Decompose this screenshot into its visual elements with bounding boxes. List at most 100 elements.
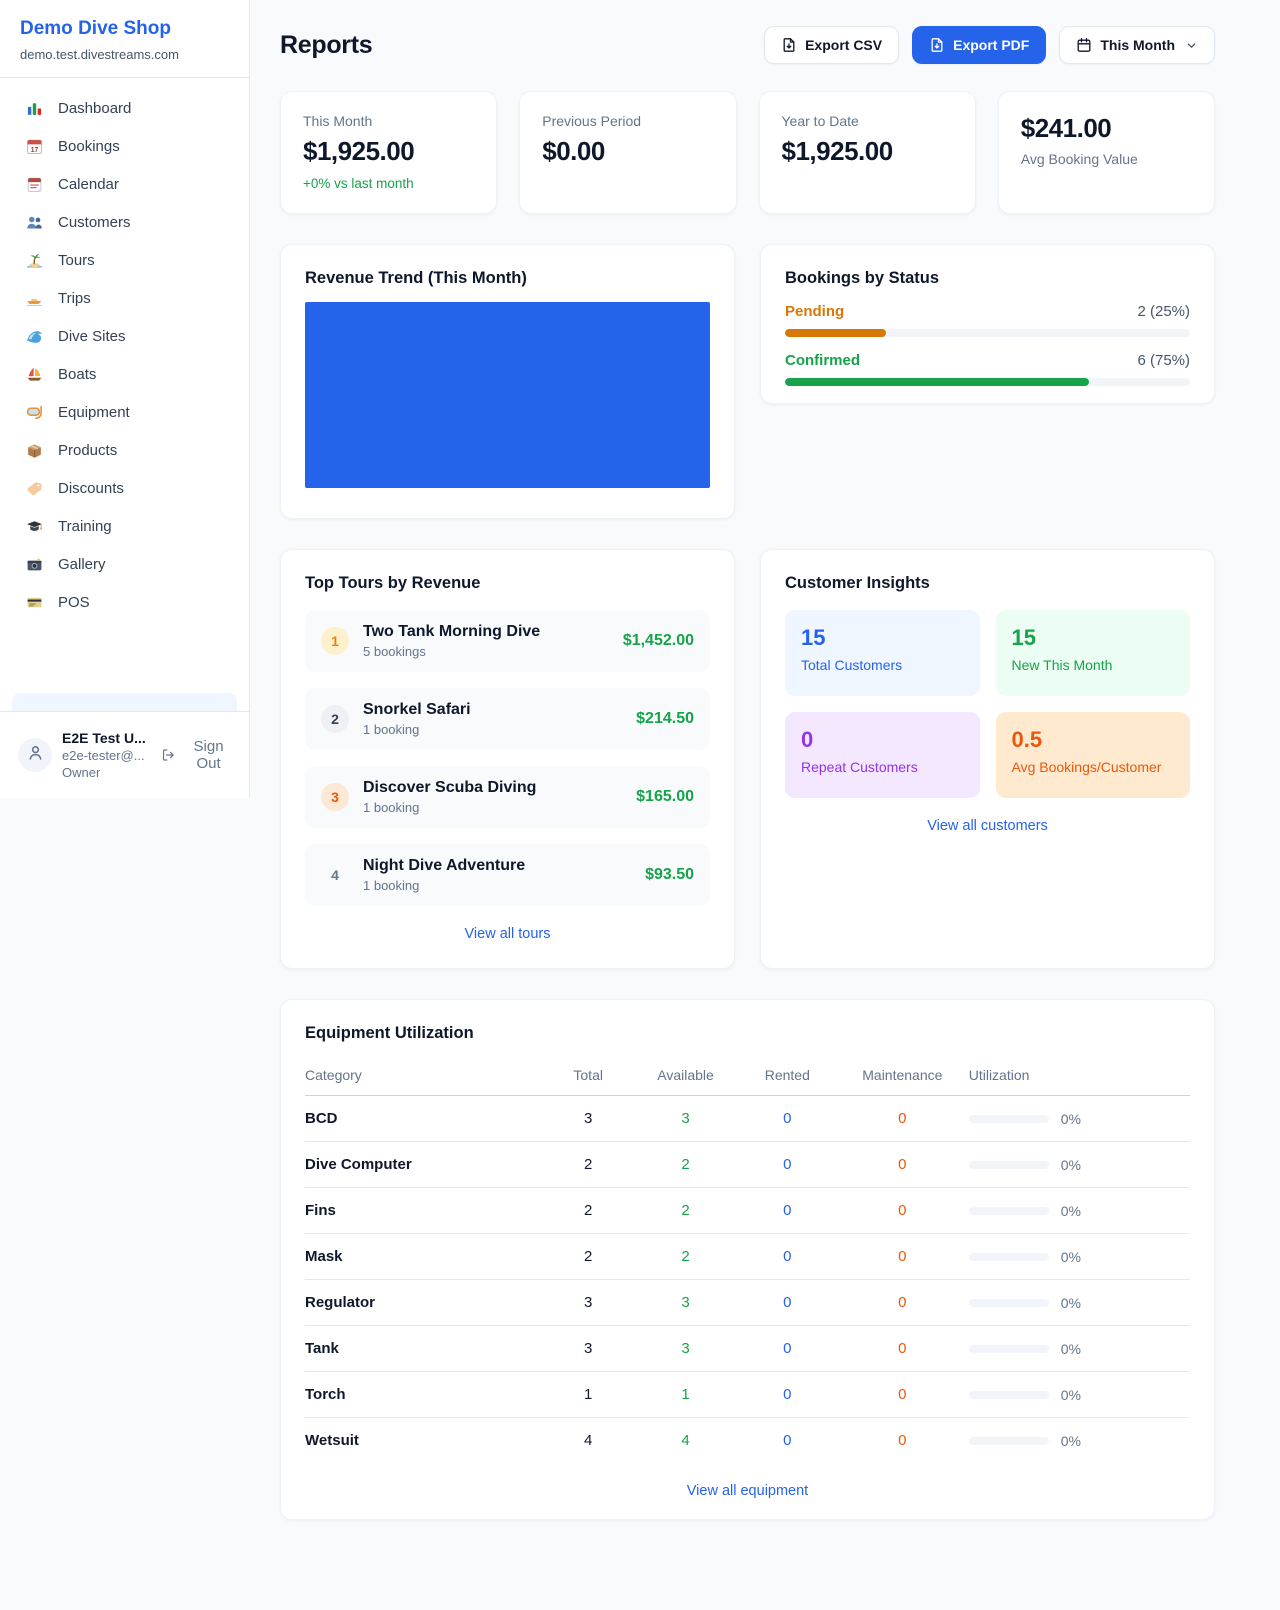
equipment-rented: 0 bbox=[739, 1418, 836, 1464]
equipment-category: Dive Computer bbox=[305, 1142, 544, 1188]
sidebar-item[interactable]: Trips bbox=[12, 282, 237, 315]
sidebar-item-icon bbox=[26, 214, 43, 231]
tour-rank-badge: 4 bbox=[321, 861, 349, 889]
stat-note: +0% vs last month bbox=[303, 176, 474, 191]
status-count: 2 (25%) bbox=[1137, 303, 1190, 320]
sidebar-item[interactable]: Products bbox=[12, 434, 237, 467]
column-header-rented: Rented bbox=[739, 1057, 836, 1096]
sidebar-item[interactable]: 17 Bookings bbox=[12, 130, 237, 163]
equipment-row: Torch 1 1 0 0 0% bbox=[305, 1372, 1190, 1418]
equipment-available: 2 bbox=[632, 1188, 738, 1234]
user-name: E2E Test U... bbox=[62, 730, 151, 746]
tour-name: Snorkel Safari bbox=[363, 701, 622, 719]
sidebar-item-label: Bookings bbox=[58, 138, 120, 155]
export-pdf-button[interactable]: Export PDF bbox=[912, 26, 1046, 64]
utilization-percent: 0% bbox=[1061, 1157, 1081, 1173]
stat-value: $1,925.00 bbox=[303, 136, 474, 167]
sidebar-item-icon bbox=[26, 442, 43, 459]
column-header-maintenance: Maintenance bbox=[836, 1057, 969, 1096]
sign-out-button[interactable]: Sign Out bbox=[161, 738, 235, 772]
utilization-percent: 0% bbox=[1061, 1387, 1081, 1403]
equipment-maintenance: 0 bbox=[836, 1372, 969, 1418]
equipment-rented: 0 bbox=[739, 1096, 836, 1142]
status-progress-track bbox=[785, 378, 1190, 386]
tour-row: 3 Discover Scuba Diving 1 booking $165.0… bbox=[305, 766, 710, 828]
equipment-total: 3 bbox=[544, 1326, 633, 1372]
sidebar-item[interactable]: Training bbox=[12, 510, 237, 543]
status-progress-fill bbox=[785, 378, 1089, 386]
status-count: 6 (75%) bbox=[1137, 352, 1190, 369]
equipment-maintenance: 0 bbox=[836, 1142, 969, 1188]
status-label: Confirmed bbox=[785, 352, 860, 369]
sidebar-item-label: Equipment bbox=[58, 404, 130, 421]
sidebar-item[interactable]: Customers bbox=[12, 206, 237, 239]
sidebar-item[interactable]: Gallery bbox=[12, 548, 237, 581]
equipment-row: BCD 3 3 0 0 0% bbox=[305, 1096, 1190, 1142]
chevron-down-icon bbox=[1185, 39, 1198, 52]
equipment-rented: 0 bbox=[739, 1280, 836, 1326]
sidebar-item-icon bbox=[26, 290, 43, 307]
equipment-category: BCD bbox=[305, 1096, 544, 1142]
stat-card-year-to-date: Year to Date $1,925.00 bbox=[759, 91, 976, 214]
user-role: Owner bbox=[62, 765, 151, 780]
insight-tiles: 15 Total Customers 15 New This Month 0 R… bbox=[785, 610, 1190, 798]
utilization-percent: 0% bbox=[1061, 1295, 1081, 1311]
view-all-customers-link[interactable]: View all customers bbox=[785, 818, 1190, 834]
sidebar-item-label: Tours bbox=[58, 252, 95, 269]
user-meta: E2E Test U... e2e-tester@... Owner bbox=[62, 730, 151, 780]
sidebar-item-label: Calendar bbox=[58, 176, 119, 193]
page-title: Reports bbox=[280, 31, 372, 60]
export-pdf-label: Export PDF bbox=[953, 37, 1029, 53]
equipment-category: Regulator bbox=[305, 1280, 544, 1326]
equipment-row: Mask 2 2 0 0 0% bbox=[305, 1234, 1190, 1280]
tour-amount: $1,452.00 bbox=[623, 632, 694, 650]
view-all-tours-link[interactable]: View all tours bbox=[305, 926, 710, 942]
top-tours-title: Top Tours by Revenue bbox=[305, 574, 710, 593]
sidebar-item-icon bbox=[26, 556, 43, 573]
insight-value: 15 bbox=[801, 625, 964, 651]
sidebar-item-label: POS bbox=[58, 594, 90, 611]
sidebar-item[interactable]: Boats bbox=[12, 358, 237, 391]
sidebar-item-active-partial[interactable] bbox=[12, 693, 237, 712]
stat-value: $1,925.00 bbox=[782, 136, 953, 167]
tour-row: 1 Two Tank Morning Dive 5 bookings $1,45… bbox=[305, 610, 710, 672]
equipment-category: Torch bbox=[305, 1372, 544, 1418]
equipment-rented: 0 bbox=[739, 1188, 836, 1234]
equipment-total: 2 bbox=[544, 1142, 633, 1188]
equipment-table-header: Category Total Available Rented Maintena… bbox=[305, 1057, 1190, 1096]
sidebar-item[interactable]: Calendar bbox=[12, 168, 237, 201]
equipment-category: Fins bbox=[305, 1188, 544, 1234]
tour-name: Night Dive Adventure bbox=[363, 857, 631, 875]
equipment-maintenance: 0 bbox=[836, 1188, 969, 1234]
sidebar-item[interactable]: Equipment bbox=[12, 396, 237, 429]
period-dropdown[interactable]: This Month bbox=[1059, 26, 1215, 64]
equipment-total: 3 bbox=[544, 1280, 633, 1326]
sidebar-item[interactable]: Tours bbox=[12, 244, 237, 277]
export-csv-label: Export CSV bbox=[805, 37, 882, 53]
sidebar-item-icon bbox=[26, 404, 43, 421]
stat-card-previous-period: Previous Period $0.00 bbox=[519, 91, 736, 214]
svg-text:17: 17 bbox=[31, 147, 39, 154]
brand-name: Demo Dive Shop bbox=[20, 18, 229, 40]
top-tours-card: Top Tours by Revenue 1 Two Tank Morning … bbox=[280, 549, 735, 969]
stat-label: Previous Period bbox=[542, 113, 713, 129]
sidebar-item-label: Products bbox=[58, 442, 117, 459]
tour-amount: $93.50 bbox=[645, 866, 694, 884]
logout-icon bbox=[161, 747, 175, 763]
calendar-outline-icon bbox=[1076, 37, 1092, 53]
tour-bookings: 5 bookings bbox=[363, 644, 609, 659]
insight-value: 0.5 bbox=[1012, 727, 1175, 753]
sidebar-item[interactable]: POS bbox=[12, 586, 237, 619]
tour-rank-badge: 3 bbox=[321, 783, 349, 811]
equipment-maintenance: 0 bbox=[836, 1234, 969, 1280]
view-all-equipment-link[interactable]: View all equipment bbox=[305, 1483, 1190, 1499]
sidebar-item[interactable]: Dashboard bbox=[12, 92, 237, 125]
status-list: Pending 2 (25%) Confirmed 6 (75%) bbox=[785, 303, 1190, 386]
brand-block: Demo Dive Shop demo.test.divestreams.com bbox=[0, 0, 249, 78]
status-item: Pending 2 (25%) bbox=[785, 303, 1190, 337]
sidebar-item[interactable]: Dive Sites bbox=[12, 320, 237, 353]
sidebar-item[interactable]: Discounts bbox=[12, 472, 237, 505]
export-csv-button[interactable]: Export CSV bbox=[764, 26, 899, 64]
main-content: Reports Export CSV Export PDF This Month… bbox=[250, 0, 1280, 1520]
insight-value: 15 bbox=[1012, 625, 1175, 651]
